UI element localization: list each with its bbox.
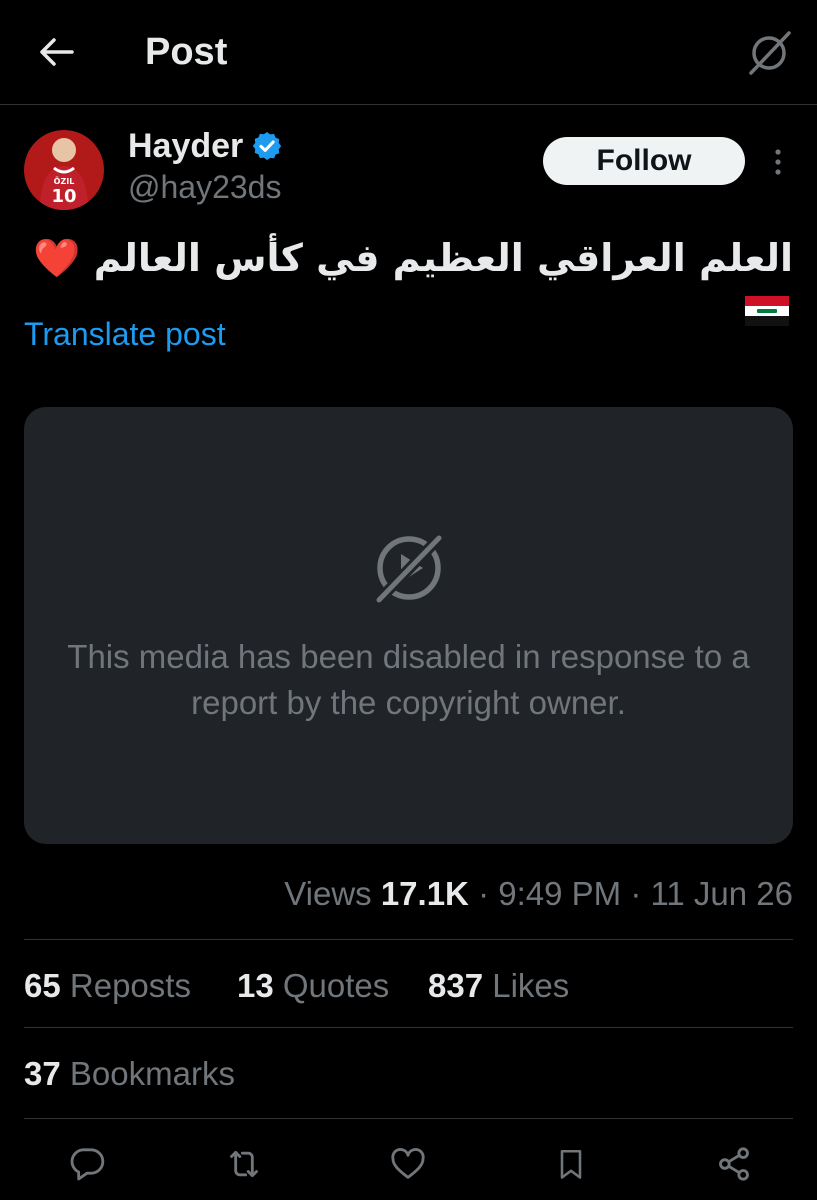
bookmark-button[interactable] (547, 1140, 595, 1188)
bookmarks-label: Bookmarks (69, 1055, 235, 1092)
avatar-image: ÖZIL 10 (24, 130, 104, 210)
meta-divider (24, 939, 793, 940)
header-divider (0, 104, 817, 105)
bookmarks-stat[interactable]: 37 Bookmarks (24, 1052, 235, 1096)
avatar[interactable]: ÖZIL 10 (24, 130, 104, 210)
likes-count: 837 (428, 967, 484, 1004)
heart-icon (391, 1148, 425, 1179)
reply-button[interactable] (63, 1140, 111, 1188)
bookmarks-count: 37 (24, 1055, 61, 1092)
top-bar (0, 0, 817, 105)
quotes-stat[interactable]: 13 Quotes (237, 964, 389, 1008)
repost-button[interactable] (220, 1140, 268, 1188)
iraq-flag-icon (745, 296, 789, 326)
follow-button[interactable]: Follow (543, 137, 745, 185)
reply-icon (70, 1148, 105, 1181)
repost-icon (230, 1150, 258, 1178)
reposts-label: Reposts (69, 967, 191, 1004)
like-button[interactable] (384, 1140, 432, 1188)
grok-button[interactable] (742, 26, 796, 80)
page-title: Post (145, 31, 228, 73)
views-count[interactable]: 17.1K (381, 875, 469, 912)
verified-badge-icon (253, 132, 282, 160)
post-text-content: العلم العراقي العظيم في كأس العالم (93, 236, 793, 280)
display-name-text: Hayder (128, 127, 244, 165)
media-disabled-icon (373, 532, 445, 606)
reposts-count: 65 (24, 967, 61, 1004)
translate-post-link[interactable]: Translate post (24, 314, 226, 354)
likes-stat[interactable]: 837 Likes (428, 964, 569, 1008)
svg-text:ÖZIL: ÖZIL (54, 176, 75, 186)
meta-separator: · (630, 875, 651, 912)
author-display-name[interactable]: Hayder (128, 124, 283, 168)
actions-divider (24, 1118, 793, 1119)
author-handle[interactable]: @hay23ds (128, 166, 281, 208)
media-disabled-message: This media has been disabled in response… (67, 638, 750, 721)
share-button[interactable] (710, 1140, 758, 1188)
post-meta: Views 17.1K · 9:49 PM · 11 Jun 26 (284, 872, 793, 916)
grok-icon (749, 31, 791, 75)
meta-separator: · (478, 875, 499, 912)
media-disabled-panel (24, 407, 793, 844)
likes-label: Likes (492, 967, 570, 1004)
reposts-stat[interactable]: 65 Reposts (24, 964, 191, 1008)
more-options-button[interactable] (762, 140, 794, 184)
stats-divider (24, 1027, 793, 1028)
share-icon (719, 1147, 749, 1181)
back-button[interactable] (30, 28, 82, 76)
post-date: 11 Jun 26 (650, 875, 793, 912)
bookmark-icon (560, 1149, 582, 1179)
svg-text:10: 10 (51, 186, 76, 207)
arrow-left-icon (40, 38, 74, 66)
quotes-label: Quotes (282, 967, 390, 1004)
more-vertical-icon (775, 149, 781, 175)
heart-emoji: ❤️ (33, 236, 81, 280)
post-time: 9:49 PM (498, 875, 622, 912)
views-label: Views (284, 875, 372, 912)
quotes-count: 13 (237, 967, 274, 1004)
